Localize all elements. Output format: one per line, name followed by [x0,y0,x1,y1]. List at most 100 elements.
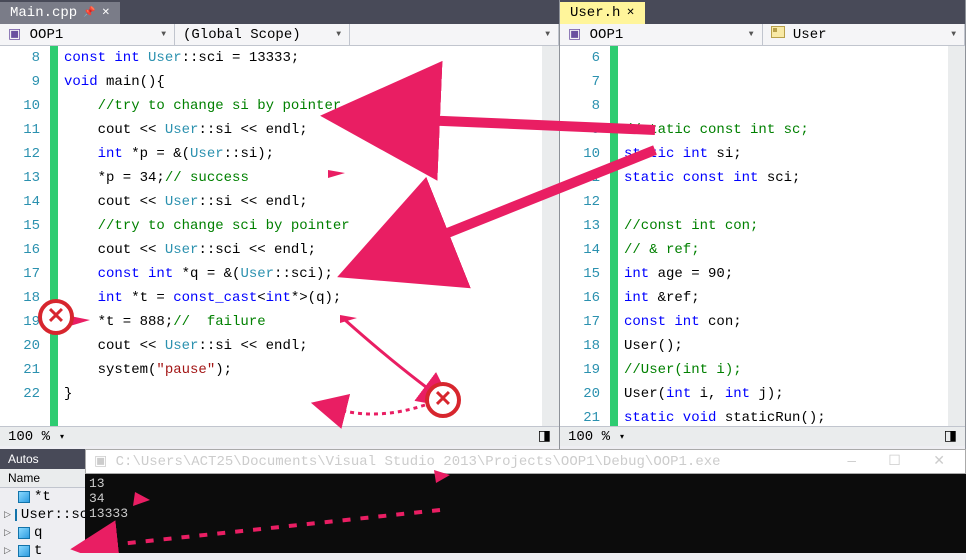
autos-column-name[interactable]: Name [0,469,85,488]
class-dropdown[interactable]: User▼ [763,24,966,45]
line-number: 11 [0,118,40,142]
code-line[interactable]: const int con; [624,310,948,334]
chevron-down-icon: ▼ [161,30,166,39]
bottom-panel: Autos Name *t ▷ User::sc ▷ q ▷ t ▣ C:\Us… [0,449,966,553]
line-number: 15 [560,262,600,286]
code-line[interactable]: *t = 888;// failure [64,310,542,334]
change-mark-col [610,46,618,426]
error-badge: ✕ [425,382,461,418]
tab-user-h[interactable]: User.h ✕ [560,2,645,24]
dd-label: (Global Scope) [183,27,301,43]
project-dropdown[interactable]: ▣ OOP1▼ [560,24,763,45]
code-line[interactable] [624,46,948,70]
expand-icon[interactable]: ▷ [4,510,11,520]
code-line[interactable]: //try to change si by pointer [64,94,542,118]
line-number: 17 [0,262,40,286]
console-output[interactable]: 13 34 13333 [85,474,966,523]
code-line[interactable]: //try to change sci by pointer [64,214,542,238]
code-line[interactable]: // & ref; [624,238,948,262]
autos-header[interactable]: Autos [0,449,85,469]
variable-name: *t [34,489,51,505]
minimize-button[interactable]: — [835,454,867,470]
project-dropdown[interactable]: ▣ OOP1▼ [0,24,175,45]
code-line[interactable]: static const int sci; [624,166,948,190]
zoom-level[interactable]: 100 % [8,429,50,445]
left-code-editor[interactable]: 8910111213141516171819202122 const int U… [0,46,559,426]
autos-row[interactable]: ▷ t [0,542,85,560]
code-line[interactable]: static void staticRun(); [624,406,948,426]
code-line[interactable]: //User(int i); [624,358,948,382]
dd-label: OOP1 [30,27,64,43]
class-icon [771,26,785,38]
code-line[interactable] [624,70,948,94]
line-number: 18 [0,286,40,310]
line-number: 10 [0,94,40,118]
code-line[interactable]: //static const int sc; [624,118,948,142]
code-line[interactable]: int age = 90; [624,262,948,286]
code-line[interactable]: void main(){ [64,70,542,94]
right-code-editor[interactable]: 678910111213141516171819202122 //static … [560,46,965,426]
tab-label: User.h [570,5,620,21]
code-line[interactable]: //const int con; [624,214,948,238]
member-dropdown[interactable]: ▼ [350,24,559,45]
code-line[interactable]: cout << User::si << endl; [64,190,542,214]
scope-dropdown[interactable]: (Global Scope)▼ [175,24,350,45]
line-number: 6 [560,46,600,70]
line-gutter: 8910111213141516171819202122 [0,46,50,426]
autos-row[interactable]: ▷ q [0,524,85,542]
close-button[interactable]: ✕ [921,453,957,470]
vertical-scrollbar[interactable] [542,46,559,426]
line-number: 18 [560,334,600,358]
console-path: C:\Users\ACT25\Documents\Visual Studio 2… [116,454,721,470]
line-number: 19 [560,358,600,382]
code-line[interactable]: cout << User::si << endl; [64,334,542,358]
code-line[interactable]: User(); [624,334,948,358]
error-badge: ✕ [38,299,74,335]
console-titlebar[interactable]: ▣ C:\Users\ACT25\Documents\Visual Studio… [85,449,966,474]
zoom-level[interactable]: 100 % [568,429,610,445]
tab-main-cpp[interactable]: Main.cpp 📌 ✕ [0,2,120,24]
chevron-down-icon: ▼ [545,30,550,39]
code-line[interactable]: system("pause"); [64,358,542,382]
line-number: 20 [0,334,40,358]
pin-icon[interactable]: 📌 [83,7,95,19]
code-line[interactable]: *p = 34;// success [64,166,542,190]
vertical-scrollbar[interactable] [948,46,965,426]
code-line[interactable]: int *t = const_cast<int*>(q); [64,286,542,310]
code-line[interactable]: int *p = &(User::si); [64,142,542,166]
code-line[interactable]: int &ref; [624,286,948,310]
autos-row[interactable]: ▷ User::sc [0,506,85,524]
code-line[interactable]: static int si; [624,142,948,166]
code-line[interactable] [624,94,948,118]
expand-icon[interactable]: ▷ [4,528,14,538]
expand-icon[interactable]: ▷ [4,546,14,556]
variable-icon [15,509,17,521]
chevron-down-icon[interactable]: ▾ [620,432,624,442]
close-icon[interactable]: ✕ [626,7,634,19]
code-line[interactable]: User(int i, int j); [624,382,948,406]
line-number: 14 [560,238,600,262]
variable-name: User::sc [21,507,88,523]
chevron-down-icon[interactable]: ▾ [60,432,64,442]
split-icon[interactable]: ◨ [944,428,957,445]
console-icon: ▣ [94,454,107,470]
code-line[interactable]: const int *q = &(User::sci); [64,262,542,286]
line-number: 20 [560,382,600,406]
code-area[interactable]: //static const int sc;static int si;stat… [618,46,948,426]
console-window: ▣ C:\Users\ACT25\Documents\Visual Studio… [85,449,966,553]
autos-row[interactable]: *t [0,488,85,506]
line-number: 12 [560,190,600,214]
code-area[interactable]: const int User::sci = 13333;void main(){… [58,46,542,426]
code-line[interactable] [624,190,948,214]
code-line[interactable]: cout << User::sci << endl; [64,238,542,262]
code-line[interactable]: } [64,382,542,406]
right-scope-bar: ▣ OOP1▼ User▼ [560,24,965,46]
line-number: 8 [0,46,40,70]
split-icon[interactable]: ◨ [538,428,551,445]
code-line[interactable]: const int User::sci = 13333; [64,46,542,70]
close-icon[interactable]: ✕ [102,7,110,19]
line-number: 13 [0,166,40,190]
code-line[interactable]: cout << User::si << endl; [64,118,542,142]
maximize-button[interactable]: ☐ [876,453,913,470]
variable-name: t [34,543,42,559]
